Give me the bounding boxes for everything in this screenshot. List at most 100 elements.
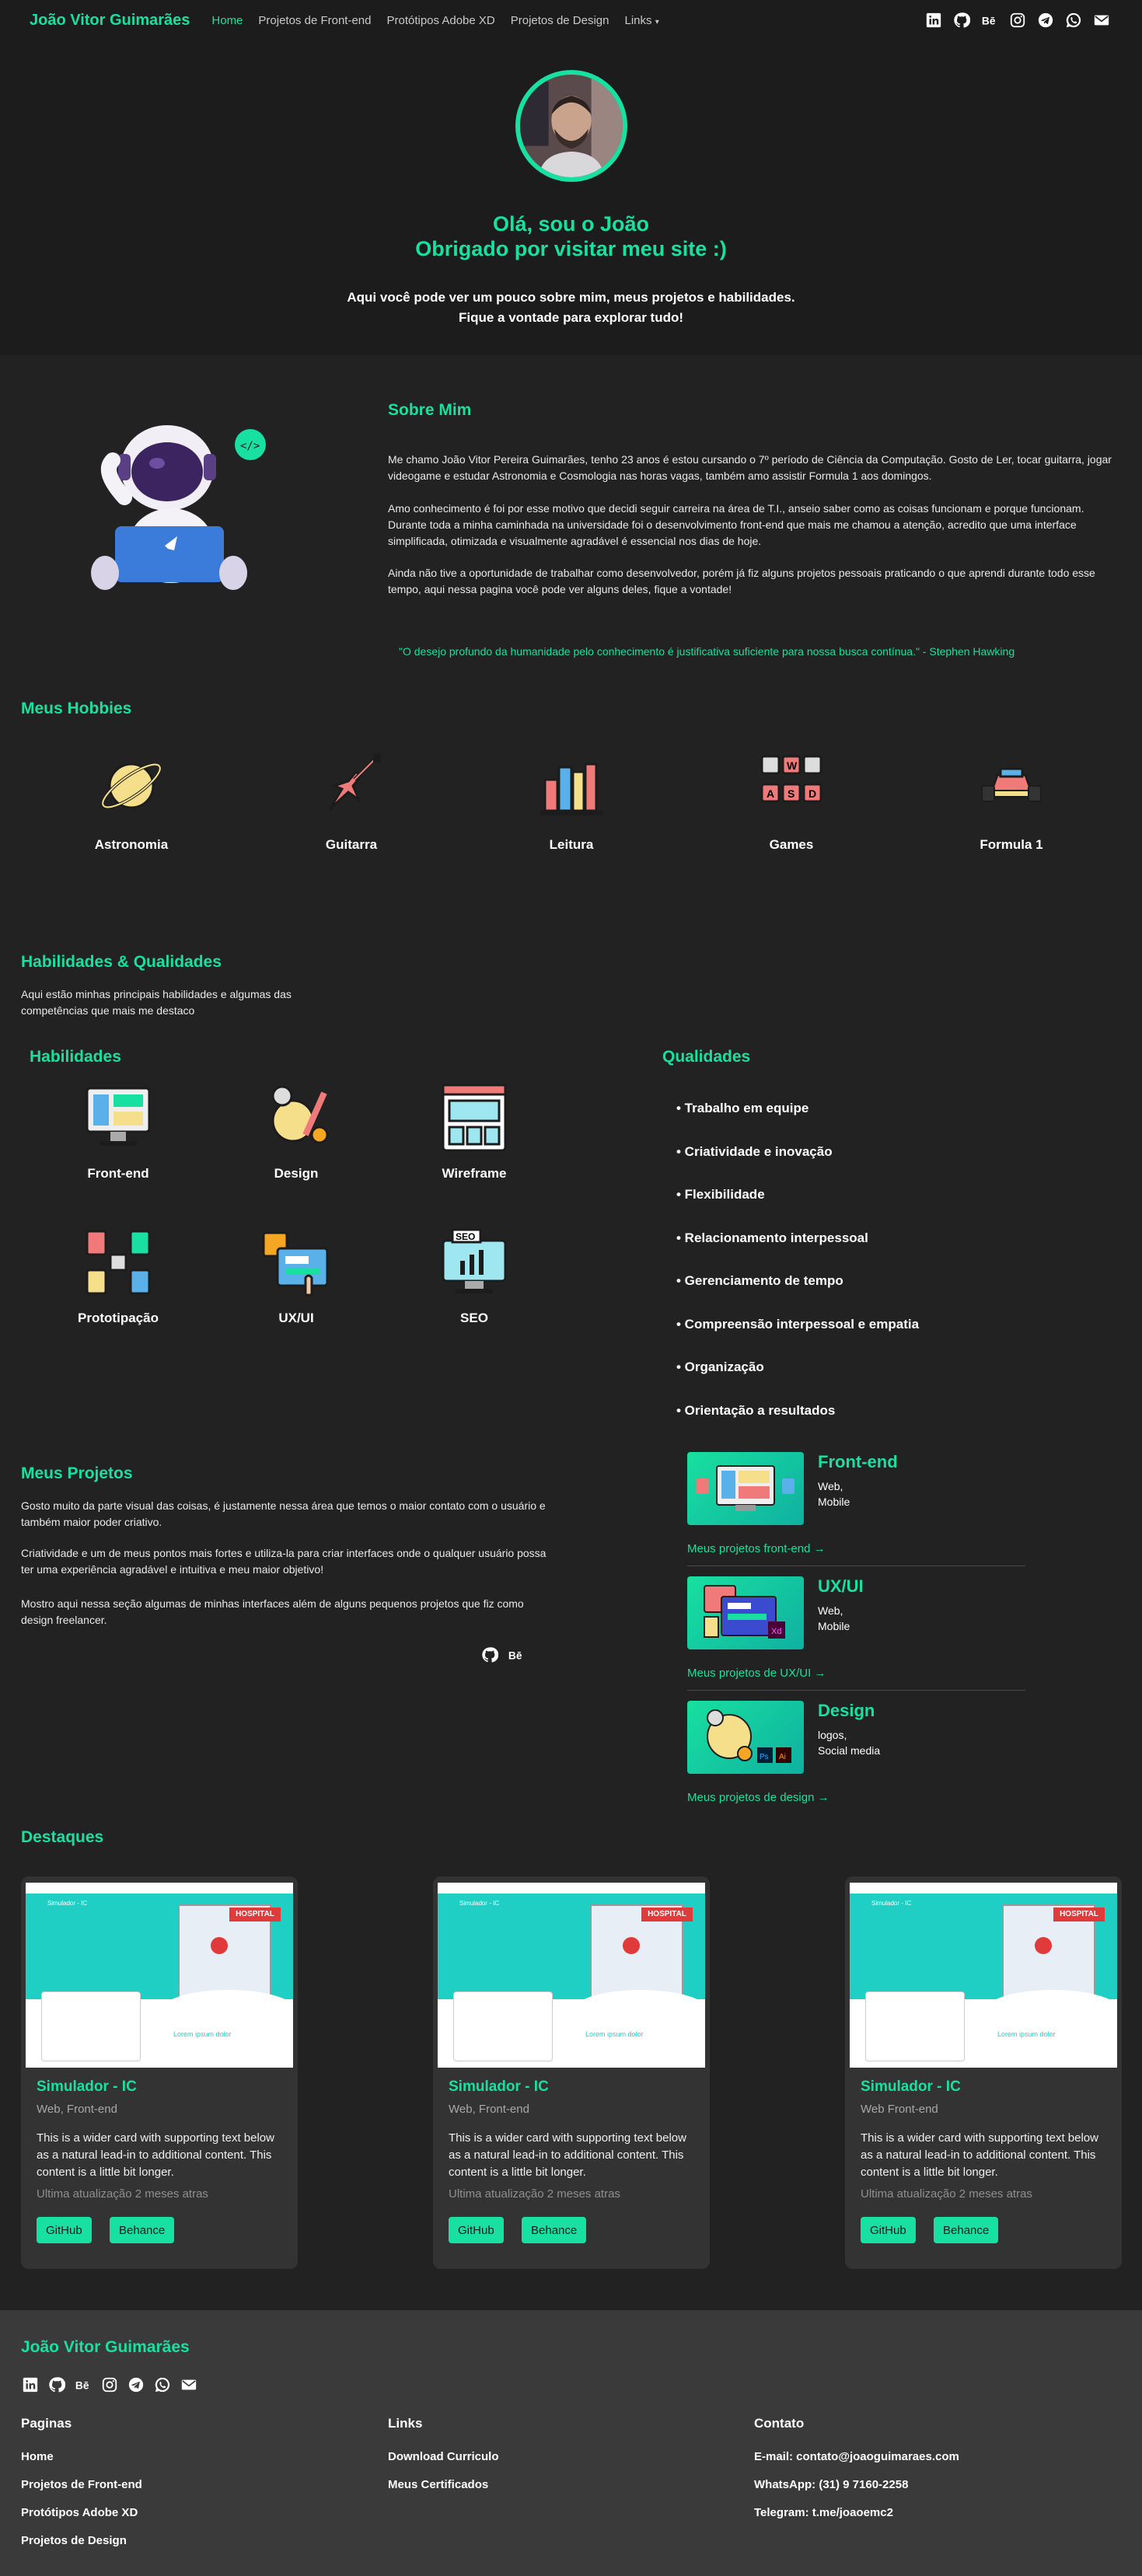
sobre-title: Sobre Mim <box>388 401 472 419</box>
footer-telegram-link[interactable]: Telegram: t.me/joaoemc2 <box>754 2506 893 2519</box>
hobby-label: Leitura <box>549 837 594 852</box>
svg-text:Bē: Bē <box>982 16 996 27</box>
design-projects-link[interactable]: Meus projetos de design → <box>687 1791 829 1804</box>
footer-download-cv-link[interactable]: Download Curriculo <box>388 2450 499 2463</box>
footer-email-link[interactable]: E-mail: contato@joaoguimaraes.com <box>754 2450 959 2463</box>
card-behance-button[interactable]: Behance <box>110 2217 175 2243</box>
card-title: Simulador - IC <box>449 2079 549 2095</box>
card-behance-button[interactable]: Behance <box>522 2217 587 2243</box>
skill-label: Front-end <box>87 1166 149 1181</box>
github-icon[interactable] <box>480 1646 499 1664</box>
footer-certificados-link[interactable]: Meus Certificados <box>388 2478 488 2491</box>
skill-label: Design <box>274 1166 319 1181</box>
nav-design-link[interactable]: Projetos de Design <box>511 14 609 27</box>
card-subtitle: Web, Front-end <box>37 2103 117 2116</box>
card-description: This is a wider card with supporting tex… <box>861 2131 1098 2179</box>
hobby-guitarra: Guitarra <box>289 749 414 853</box>
planet-icon <box>94 749 169 823</box>
uxui-thumbnail: Xd <box>687 1576 804 1649</box>
svg-text:</>: </> <box>240 440 260 452</box>
destaques-title: Destaques <box>21 1828 104 1846</box>
github-icon[interactable] <box>952 11 971 30</box>
projetos-paragraph-2: Criatividade e um de meus pontos mais fo… <box>21 1547 547 1576</box>
projetos-social-links: Bē <box>480 1646 526 1664</box>
nav-links-label: Links <box>624 13 652 27</box>
projetos-paragraph-3: Mostro aqui nessa seção algumas de minha… <box>21 1597 524 1626</box>
card-behance-button[interactable]: Behance <box>934 2217 999 2243</box>
nav-xd-link[interactable]: Protótipos Adobe XD <box>386 14 494 27</box>
telegram-icon[interactable] <box>1036 11 1055 30</box>
svg-text:A: A <box>767 787 774 800</box>
qualidade-item: • Compreensão interpessoal e empatia <box>676 1317 920 1332</box>
highlight-card: Simulador - IC HOSPITAL Lorem ipsum dolo… <box>845 1876 1122 2269</box>
projetos-title: Meus Projetos <box>21 1464 133 1482</box>
navbar: João Vitor Guimarães Home Projetos de Fr… <box>0 0 1142 40</box>
svg-text:SEO: SEO <box>456 1231 475 1242</box>
skill-label: SEO <box>460 1311 488 1325</box>
prototype-flow-icon <box>81 1225 155 1300</box>
behance-icon[interactable]: Bē <box>507 1646 526 1664</box>
nav-home-link[interactable]: Home <box>211 14 243 27</box>
instagram-icon[interactable] <box>100 2375 119 2394</box>
linkedin-icon[interactable] <box>924 11 943 30</box>
footer-social-icons: Bē <box>21 2375 198 2394</box>
project-card-tags: Web, Mobile <box>818 1480 850 1508</box>
arrow-right-icon: → <box>813 1542 826 1555</box>
card-github-button[interactable]: GitHub <box>861 2217 916 2243</box>
svg-text:Ps: Ps <box>760 1753 769 1761</box>
race-car-icon <box>974 749 1049 823</box>
brand-link[interactable]: João Vitor Guimarães <box>30 12 190 30</box>
sobre-paragraph-2: Amo conhecimento é foi por esse motivo q… <box>388 502 1084 547</box>
card-subtitle: Web Front-end <box>861 2103 938 2116</box>
footer-home-link[interactable]: Home <box>21 2450 54 2463</box>
arrow-right-icon: → <box>817 1791 829 1804</box>
frontend-thumbnail <box>687 1452 804 1525</box>
qualidade-item: • Flexibilidade <box>676 1187 765 1202</box>
svg-text:D: D <box>808 787 816 800</box>
footer-frontend-link[interactable]: Projetos de Front-end <box>21 2478 142 2491</box>
whatsapp-icon[interactable] <box>153 2375 172 2394</box>
linkedin-icon[interactable] <box>21 2375 40 2394</box>
projetos-paragraph-1: Gosto muito da parte visual das coisas, … <box>21 1499 546 1528</box>
card-github-button[interactable]: GitHub <box>449 2217 504 2243</box>
project-card-tags: Web, Mobile <box>818 1604 850 1632</box>
uxui-projects-link[interactable]: Meus projetos de UX/UI → <box>687 1667 826 1680</box>
telegram-icon[interactable] <box>127 2375 145 2394</box>
nav-frontend-link[interactable]: Projetos de Front-end <box>258 14 371 27</box>
avatar-photo <box>520 75 623 177</box>
hobby-label: Games <box>769 837 814 852</box>
behance-icon[interactable]: Bē <box>980 11 999 30</box>
skill-prototipacao: Prototipação <box>52 1225 184 1326</box>
skills-title: Habilidades <box>30 1048 121 1066</box>
project-card-title: Design <box>818 1701 875 1720</box>
hospital-mockup-screenshot: Simulador - IC HOSPITAL Lorem ipsum dolo… <box>438 1883 705 2068</box>
card-updated: Ultima atualização 2 meses atras <box>37 2187 208 2201</box>
frontend-projects-link[interactable]: Meus projetos front-end → <box>687 1542 826 1555</box>
hobby-astronomia: Astronomia <box>69 749 194 853</box>
design-bulb-icon <box>259 1080 334 1155</box>
design-thumbnail: Ps Ai <box>687 1701 804 1774</box>
footer-design-link[interactable]: Projetos de Design <box>21 2534 127 2547</box>
email-icon[interactable] <box>180 2375 198 2394</box>
instagram-icon[interactable] <box>1008 11 1027 30</box>
whatsapp-icon[interactable] <box>1064 11 1083 30</box>
svg-text:Bē: Bē <box>508 1650 522 1662</box>
project-card-tags: logos, Social media <box>818 1729 881 1757</box>
behance-icon[interactable]: Bē <box>74 2375 93 2394</box>
footer-xd-link[interactable]: Protótipos Adobe XD <box>21 2506 138 2519</box>
footer-whatsapp-link[interactable]: WhatsApp: (31) 9 7160-2258 <box>754 2478 908 2491</box>
nav-links-dropdown[interactable]: Links ▾ <box>625 14 659 27</box>
footer: João Vitor Guimarães Bē Paginas Home Pro… <box>0 2310 1142 2576</box>
qualidade-item: • Organização <box>676 1360 764 1374</box>
hobbies-title: Meus Hobbies <box>21 700 132 717</box>
project-card-title: UX/UI <box>818 1576 864 1596</box>
skill-label: Prototipação <box>78 1311 159 1325</box>
email-icon[interactable] <box>1092 11 1111 30</box>
card-github-button[interactable]: GitHub <box>37 2217 92 2243</box>
github-icon[interactable] <box>47 2375 66 2394</box>
hawking-quote: "O desejo profundo da humanidade pelo co… <box>399 645 1015 658</box>
sobre-paragraph-3: Ainda não tive a oportunidade de trabalh… <box>388 567 1095 595</box>
svg-text:W: W <box>787 759 798 772</box>
footer-paginas-title: Paginas <box>21 2416 72 2431</box>
hospital-mockup-screenshot: Simulador - IC HOSPITAL Lorem ipsum dolo… <box>26 1883 293 2068</box>
